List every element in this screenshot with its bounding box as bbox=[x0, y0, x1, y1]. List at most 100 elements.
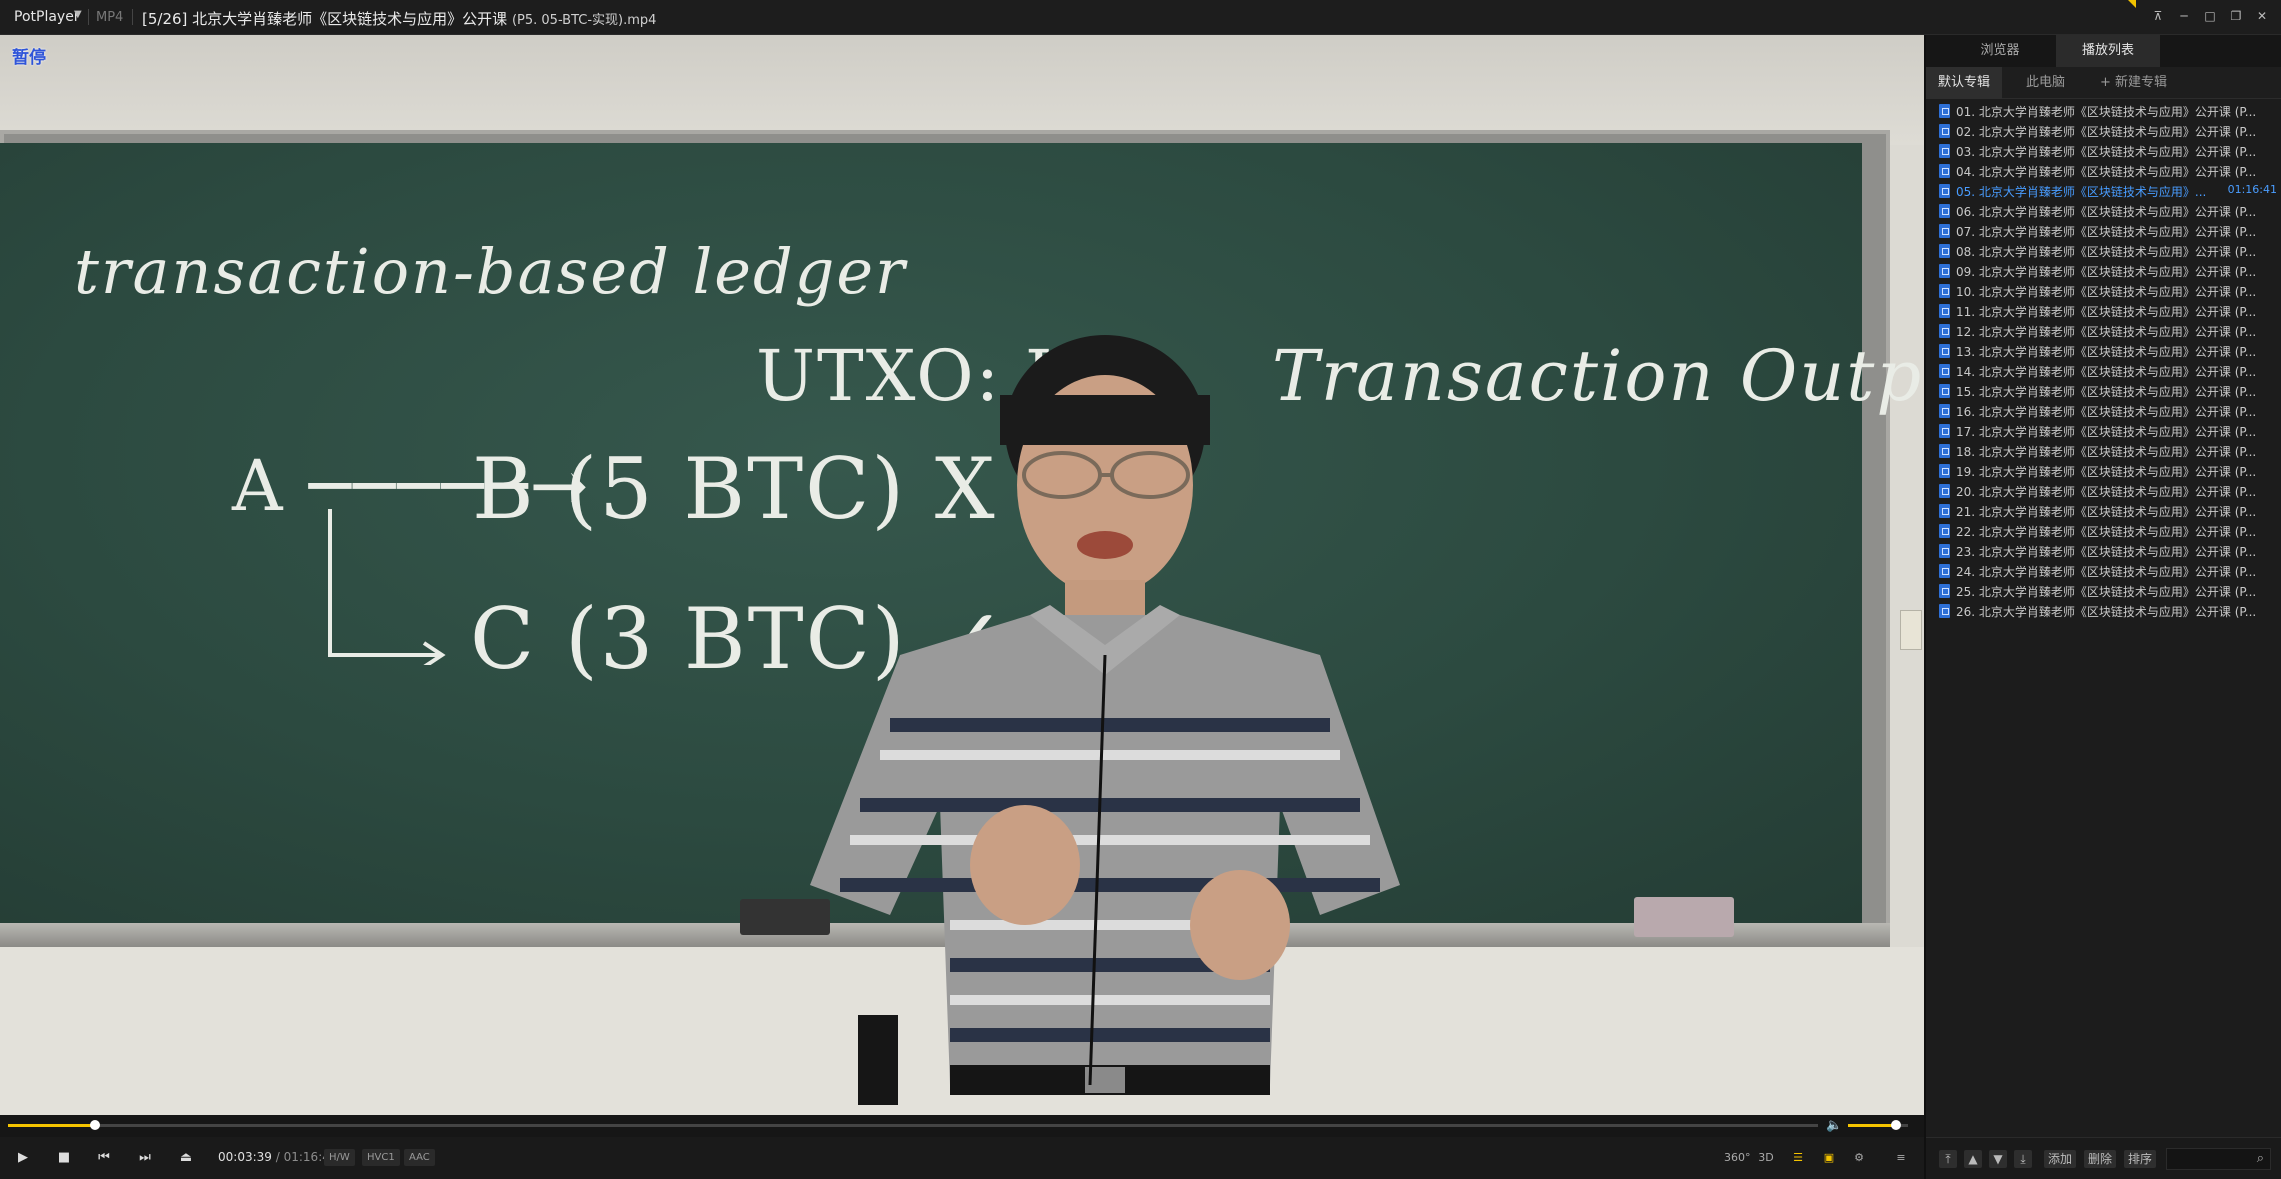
playlist-item[interactable]: 13. 北京大学肖臻老师《区块链技术与应用》公开课 (P... bbox=[1926, 341, 2281, 361]
move-bottom-icon[interactable]: ⤓ bbox=[2014, 1150, 2032, 1168]
album-default[interactable]: 默认专辑 bbox=[1926, 67, 2003, 99]
playlist-item[interactable]: 21. 北京大学肖臻老师《区块链技术与应用》公开课 (P... bbox=[1926, 501, 2281, 521]
playlist-item-name: 12. 北京大学肖臻老师《区块链技术与应用》公开课 (P... bbox=[1956, 325, 2257, 339]
pause-osd: 暂停 bbox=[12, 48, 46, 68]
previous-icon[interactable]: ⏮ bbox=[92, 1146, 116, 1170]
volume-handle[interactable] bbox=[1891, 1120, 1901, 1130]
video-file-icon bbox=[1939, 304, 1950, 318]
playlist-item[interactable]: 16. 北京大学肖臻老师《区块链技术与应用》公开课 (P... bbox=[1926, 401, 2281, 421]
next-icon[interactable]: ⏭ bbox=[133, 1146, 157, 1170]
app-menu-button[interactable]: PotPlayer bbox=[14, 9, 80, 25]
menu-icon[interactable]: ≡ bbox=[1890, 1147, 1912, 1169]
restore-icon[interactable]: ❐ bbox=[2227, 7, 2245, 25]
album-new-button[interactable]: + 新建专辑 bbox=[2088, 67, 2179, 99]
divider bbox=[88, 9, 89, 25]
minimize-icon[interactable]: ─ bbox=[2175, 7, 2193, 25]
hw-decoder-badge[interactable]: H/W bbox=[324, 1149, 355, 1166]
playlist-item[interactable]: 06. 北京大学肖臻老师《区块链技术与应用》公开课 (P... bbox=[1926, 201, 2281, 221]
playlist-item[interactable]: 24. 北京大学肖臻老师《区块链技术与应用》公开课 (P... bbox=[1926, 561, 2281, 581]
playlist-item[interactable]: 07. 北京大学肖臻老师《区块链技术与应用》公开课 (P... bbox=[1926, 221, 2281, 241]
title-bar: PotPlayer ▼ MP4 [5/26] 北京大学肖臻老师《区块链技术与应用… bbox=[0, 0, 2281, 35]
chevron-down-icon[interactable]: ▼ bbox=[74, 9, 82, 20]
playlist-item[interactable]: 22. 北京大学肖臻老师《区块链技术与应用》公开课 (P... bbox=[1926, 521, 2281, 541]
playlist-item[interactable]: 10. 北京大学肖臻老师《区块链技术与应用》公开课 (P... bbox=[1926, 281, 2281, 301]
playlist-item[interactable]: 05. 北京大学肖臻老师《区块链技术与应用》... 01:16:41 bbox=[1926, 181, 2281, 201]
playlist-item[interactable]: 19. 北京大学肖臻老师《区块链技术与应用》公开课 (P... bbox=[1926, 461, 2281, 481]
settings-icon[interactable]: ⚙ bbox=[1848, 1147, 1870, 1169]
playlist-item[interactable]: 20. 北京大学肖臻老师《区块链技术与应用》公开课 (P... bbox=[1926, 481, 2281, 501]
eject-icon[interactable]: ⏏ bbox=[174, 1146, 198, 1170]
video-file-icon bbox=[1939, 244, 1950, 258]
playlist-item[interactable]: 08. 北京大学肖臻老师《区块链技术与应用》公开课 (P... bbox=[1926, 241, 2281, 261]
video-file-icon bbox=[1939, 524, 1950, 538]
chapter-icon[interactable]: ▣ bbox=[1818, 1147, 1840, 1169]
video-file-icon bbox=[1939, 284, 1950, 298]
playlist-item-name: 13. 北京大学肖臻老师《区块链技术与应用》公开课 (P... bbox=[1956, 345, 2257, 359]
play-icon[interactable]: ▶ bbox=[11, 1146, 35, 1170]
video-file-icon bbox=[1939, 484, 1950, 498]
video-file-icon bbox=[1939, 204, 1950, 218]
playlist-item[interactable]: 12. 北京大学肖臻老师《区块链技术与应用》公开课 (P... bbox=[1926, 321, 2281, 341]
video-frame[interactable]: transaction-based ledger UTXO: U Transac… bbox=[0, 35, 1924, 1115]
playlist-item-name: 21. 北京大学肖臻老师《区块链技术与应用》公开课 (P... bbox=[1956, 505, 2257, 519]
time-display[interactable]: 00:03:39 / 01:16:41 bbox=[218, 1150, 338, 1164]
lecturer-figure bbox=[810, 335, 1400, 1105]
window-title-main: [5/26] 北京大学肖臻老师《区块链技术与应用》公开课 bbox=[142, 10, 508, 28]
classroom-wall bbox=[0, 35, 1924, 145]
control-bar: ▶ ■ ⏮ ⏭ ⏏ 00:03:39 / 01:16:41 H/W HVC1 A… bbox=[0, 1137, 1924, 1179]
playlist-item-name: 24. 北京大学肖臻老师《区块链技术与应用》公开课 (P... bbox=[1956, 565, 2257, 579]
playlist-item-name: 08. 北京大学肖臻老师《区块链技术与应用》公开课 (P... bbox=[1956, 245, 2257, 259]
playlist-item[interactable]: 18. 北京大学肖臻老师《区块链技术与应用》公开课 (P... bbox=[1926, 441, 2281, 461]
video-file-icon bbox=[1939, 404, 1950, 418]
playlist-item[interactable]: 23. 北京大学肖臻老师《区块链技术与应用》公开课 (P... bbox=[1926, 541, 2281, 561]
video-file-icon bbox=[1939, 184, 1950, 198]
playlist-search-input[interactable]: ⌕ bbox=[2166, 1148, 2271, 1170]
move-top-icon[interactable]: ⤒ bbox=[1939, 1150, 1957, 1168]
move-down-icon[interactable]: ▼ bbox=[1989, 1150, 2007, 1168]
video-file-icon bbox=[1939, 424, 1950, 438]
seek-progress bbox=[8, 1124, 95, 1127]
playlist-item-name: 05. 北京大学肖臻老师《区块链技术与应用》... bbox=[1956, 185, 2207, 199]
playlist-toggle-icon[interactable]: ☰ bbox=[1787, 1147, 1809, 1169]
playlist-item[interactable]: 01. 北京大学肖臻老师《区块链技术与应用》公开课 (P... bbox=[1926, 101, 2281, 121]
playlist-item-duration: 01:16:41 bbox=[2227, 183, 2277, 196]
audio-codec-badge[interactable]: AAC bbox=[404, 1149, 435, 1166]
tab-playlist[interactable]: 播放列表 bbox=[2056, 35, 2160, 67]
3d-button[interactable]: 3D bbox=[1755, 1147, 1777, 1169]
video-codec-badge[interactable]: HVC1 bbox=[362, 1149, 400, 1166]
playlist-item[interactable]: 15. 北京大学肖臻老师《区块链技术与应用》公开课 (P... bbox=[1926, 381, 2281, 401]
album-this-pc[interactable]: 此电脑 bbox=[2014, 67, 2077, 99]
playlist-item[interactable]: 17. 北京大学肖臻老师《区块链技术与应用》公开课 (P... bbox=[1926, 421, 2281, 441]
volume-slider[interactable] bbox=[1848, 1120, 1908, 1130]
seek-handle[interactable] bbox=[89, 1120, 100, 1130]
tab-browser[interactable]: 浏览器 bbox=[1948, 35, 2052, 67]
playlist-item-name: 25. 北京大学肖臻老师《区块链技术与应用》公开课 (P... bbox=[1956, 585, 2257, 599]
video-file-icon bbox=[1939, 384, 1950, 398]
playlist-item[interactable]: 03. 北京大学肖臻老师《区块链技术与应用》公开课 (P... bbox=[1926, 141, 2281, 161]
playlist-item[interactable]: 14. 北京大学肖臻老师《区块链技术与应用》公开课 (P... bbox=[1926, 361, 2281, 381]
add-button[interactable]: 添加 bbox=[2044, 1150, 2077, 1168]
stop-icon[interactable]: ■ bbox=[52, 1146, 76, 1170]
playlist-item[interactable]: 04. 北京大学肖臻老师《区块链技术与应用》公开课 (P... bbox=[1926, 161, 2281, 181]
playlist-item-name: 26. 北京大学肖臻老师《区块链技术与应用》公开课 (P... bbox=[1956, 605, 2257, 619]
volume-icon[interactable]: 🔈 bbox=[1826, 1118, 1842, 1133]
vr-360-button[interactable]: 360° bbox=[1724, 1147, 1751, 1169]
playlist-item[interactable]: 26. 北京大学肖臻老师《区块链技术与应用》公开课 (P... bbox=[1926, 601, 2281, 621]
seek-bar[interactable] bbox=[8, 1120, 1818, 1130]
sort-button[interactable]: 排序 bbox=[2124, 1150, 2157, 1168]
playlist-item-name: 18. 北京大学肖臻老师《区块链技术与应用》公开课 (P... bbox=[1956, 445, 2257, 459]
playlist-item-name: 02. 北京大学肖臻老师《区块链技术与应用》公开课 (P... bbox=[1956, 125, 2257, 139]
current-time: 00:03:39 bbox=[218, 1150, 272, 1164]
move-up-icon[interactable]: ▲ bbox=[1964, 1150, 1982, 1168]
delete-button[interactable]: 删除 bbox=[2084, 1150, 2117, 1168]
playlist-item[interactable]: 09. 北京大学肖臻老师《区块链技术与应用》公开课 (P... bbox=[1926, 261, 2281, 281]
maximize-icon[interactable]: □ bbox=[2201, 7, 2219, 25]
close-icon[interactable]: ✕ bbox=[2253, 7, 2271, 25]
playlist-item[interactable]: 02. 北京大学肖臻老师《区块链技术与应用》公开课 (P... bbox=[1926, 121, 2281, 141]
chalk-branch-arrow bbox=[328, 509, 446, 665]
playlist-item[interactable]: 25. 北京大学肖臻老师《区块链技术与应用》公开课 (P... bbox=[1926, 581, 2281, 601]
pin-icon[interactable]: ⊼ bbox=[2149, 7, 2167, 25]
video-file-icon bbox=[1939, 364, 1950, 378]
search-icon[interactable]: ⌕ bbox=[2257, 1151, 2264, 1166]
playlist-item[interactable]: 11. 北京大学肖臻老师《区块链技术与应用》公开课 (P... bbox=[1926, 301, 2281, 321]
